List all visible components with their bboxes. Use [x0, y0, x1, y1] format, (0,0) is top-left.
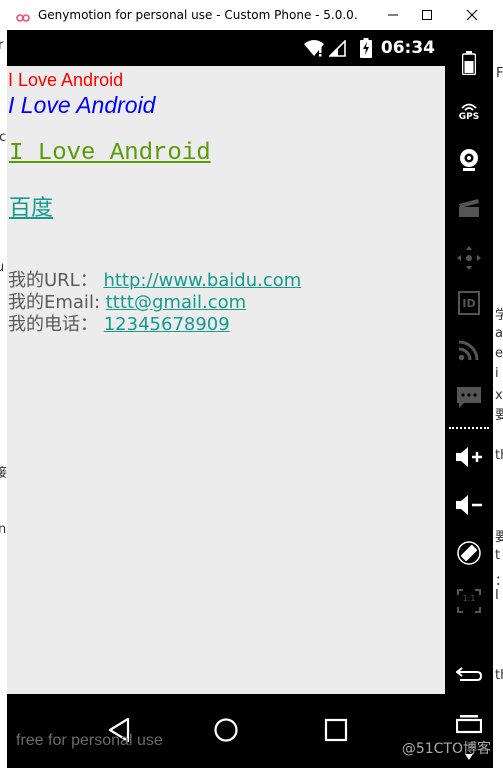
- rotate-icon: [457, 541, 481, 565]
- bg-fragment: 要: [495, 530, 503, 545]
- bg-fragment: en: [495, 346, 503, 361]
- volume-down-icon: [456, 495, 482, 515]
- scale-label: 1:1: [462, 594, 476, 603]
- id-card-icon: ID: [458, 291, 480, 315]
- phone-label: 我的电话：: [8, 314, 98, 335]
- signal-icon: [328, 39, 347, 62]
- screenshot-root: Genymotion for personal use - Custom Pho…: [0, 0, 503, 768]
- bg-fragment: 接: [0, 466, 8, 481]
- maximize-button[interactable]: [405, 0, 449, 30]
- bg-fragment: r: [0, 38, 4, 53]
- webcam-icon: [460, 149, 478, 171]
- close-button[interactable]: [450, 0, 494, 30]
- bg-fragment: i: [495, 366, 499, 381]
- text-blue-italic: I Love Android: [8, 92, 156, 118]
- bg-fragment: u: [0, 260, 5, 275]
- bg-fragment: ：: [495, 570, 503, 589]
- nav-home-button[interactable]: [206, 712, 246, 748]
- free-use-watermark: free for personal use: [16, 732, 163, 749]
- id-label: ID: [462, 296, 476, 310]
- battery-charging-icon: [360, 38, 372, 63]
- maximize-icon: [422, 10, 432, 20]
- bg-fragment: ）: [0, 434, 7, 453]
- text-red: I Love Android: [8, 70, 124, 90]
- wifi-icon: [303, 39, 325, 62]
- bg-fragment: t: [495, 548, 501, 563]
- close-icon: [466, 9, 478, 21]
- emulator-device: 06:34 I Love Android I Love Android I Lo…: [7, 30, 493, 768]
- message-icon: [457, 387, 481, 408]
- link-baidu[interactable]: 百度: [9, 190, 53, 222]
- bg-fragment: F: [496, 66, 503, 81]
- android-nav-bar: free for personal use: [7, 694, 445, 768]
- bg-fragment: tc: [0, 130, 7, 145]
- gps-label: GPS: [458, 112, 480, 122]
- gps-icon: [461, 103, 477, 111]
- android-status-bar: 06:34: [7, 30, 445, 66]
- sidebar-back-button[interactable]: [449, 654, 489, 694]
- status-clock: 06:34: [380, 38, 435, 58]
- bg-fragment: I: [495, 588, 499, 603]
- minimize-icon: [388, 14, 398, 16]
- phone-link[interactable]: 12345678909: [104, 314, 230, 335]
- bg-fragment: n: [0, 522, 7, 537]
- volume-up-icon: [456, 447, 482, 467]
- device-id-widget-button[interactable]: ID: [449, 283, 489, 323]
- app-screen: I Love Android I Love Android I Love And…: [7, 66, 445, 694]
- bg-fragment: 学: [495, 308, 503, 323]
- sidebar-separator: [449, 427, 489, 429]
- gps-widget-button[interactable]: GPS: [449, 92, 489, 132]
- nav-recents-button[interactable]: [316, 712, 356, 748]
- battery-icon: [462, 51, 476, 75]
- window-title: Genymotion for personal use - Custom Pho…: [38, 8, 358, 22]
- recents-square-icon: [324, 718, 348, 742]
- phone-row: 我的电话： 12345678909: [8, 310, 230, 336]
- media-widget-button[interactable]: [449, 188, 489, 228]
- camera-widget-button[interactable]: [449, 140, 489, 180]
- volume-down-button[interactable]: [449, 485, 489, 525]
- bg-fragment: a: [495, 326, 503, 341]
- recent-apps-icon: [456, 715, 482, 734]
- pixel-perfect-button[interactable]: 1:1: [449, 581, 489, 621]
- bg-fragment: 要: [495, 408, 503, 423]
- return-arrow-icon: [456, 667, 482, 681]
- rss-icon: [458, 340, 479, 361]
- window-titlebar: Genymotion for personal use - Custom Pho…: [0, 0, 503, 31]
- battery-widget-button[interactable]: [449, 43, 489, 83]
- genymotion-sidebar: GPS ID 1:1: [445, 30, 493, 768]
- volume-up-button[interactable]: [449, 437, 489, 477]
- dpad-icon: [457, 246, 481, 270]
- blog-watermark: @51CTO博客: [401, 741, 491, 757]
- clapperboard-icon: [459, 199, 479, 217]
- genymotion-logo-icon: [16, 10, 30, 22]
- rotate-button[interactable]: [449, 533, 489, 573]
- bg-fragment: th: [495, 668, 503, 683]
- background-window-right: F 学 a en i x 要 th 要 t ： I th: [493, 30, 503, 768]
- dpad-widget-button[interactable]: [449, 238, 489, 278]
- home-circle-icon: [214, 718, 238, 742]
- rss-widget-button[interactable]: [449, 330, 489, 370]
- bg-fragment: x: [495, 388, 503, 403]
- link-green-underlined[interactable]: I Love Android: [9, 140, 211, 167]
- bg-fragment: th: [495, 448, 503, 463]
- sms-widget-button[interactable]: [449, 378, 489, 418]
